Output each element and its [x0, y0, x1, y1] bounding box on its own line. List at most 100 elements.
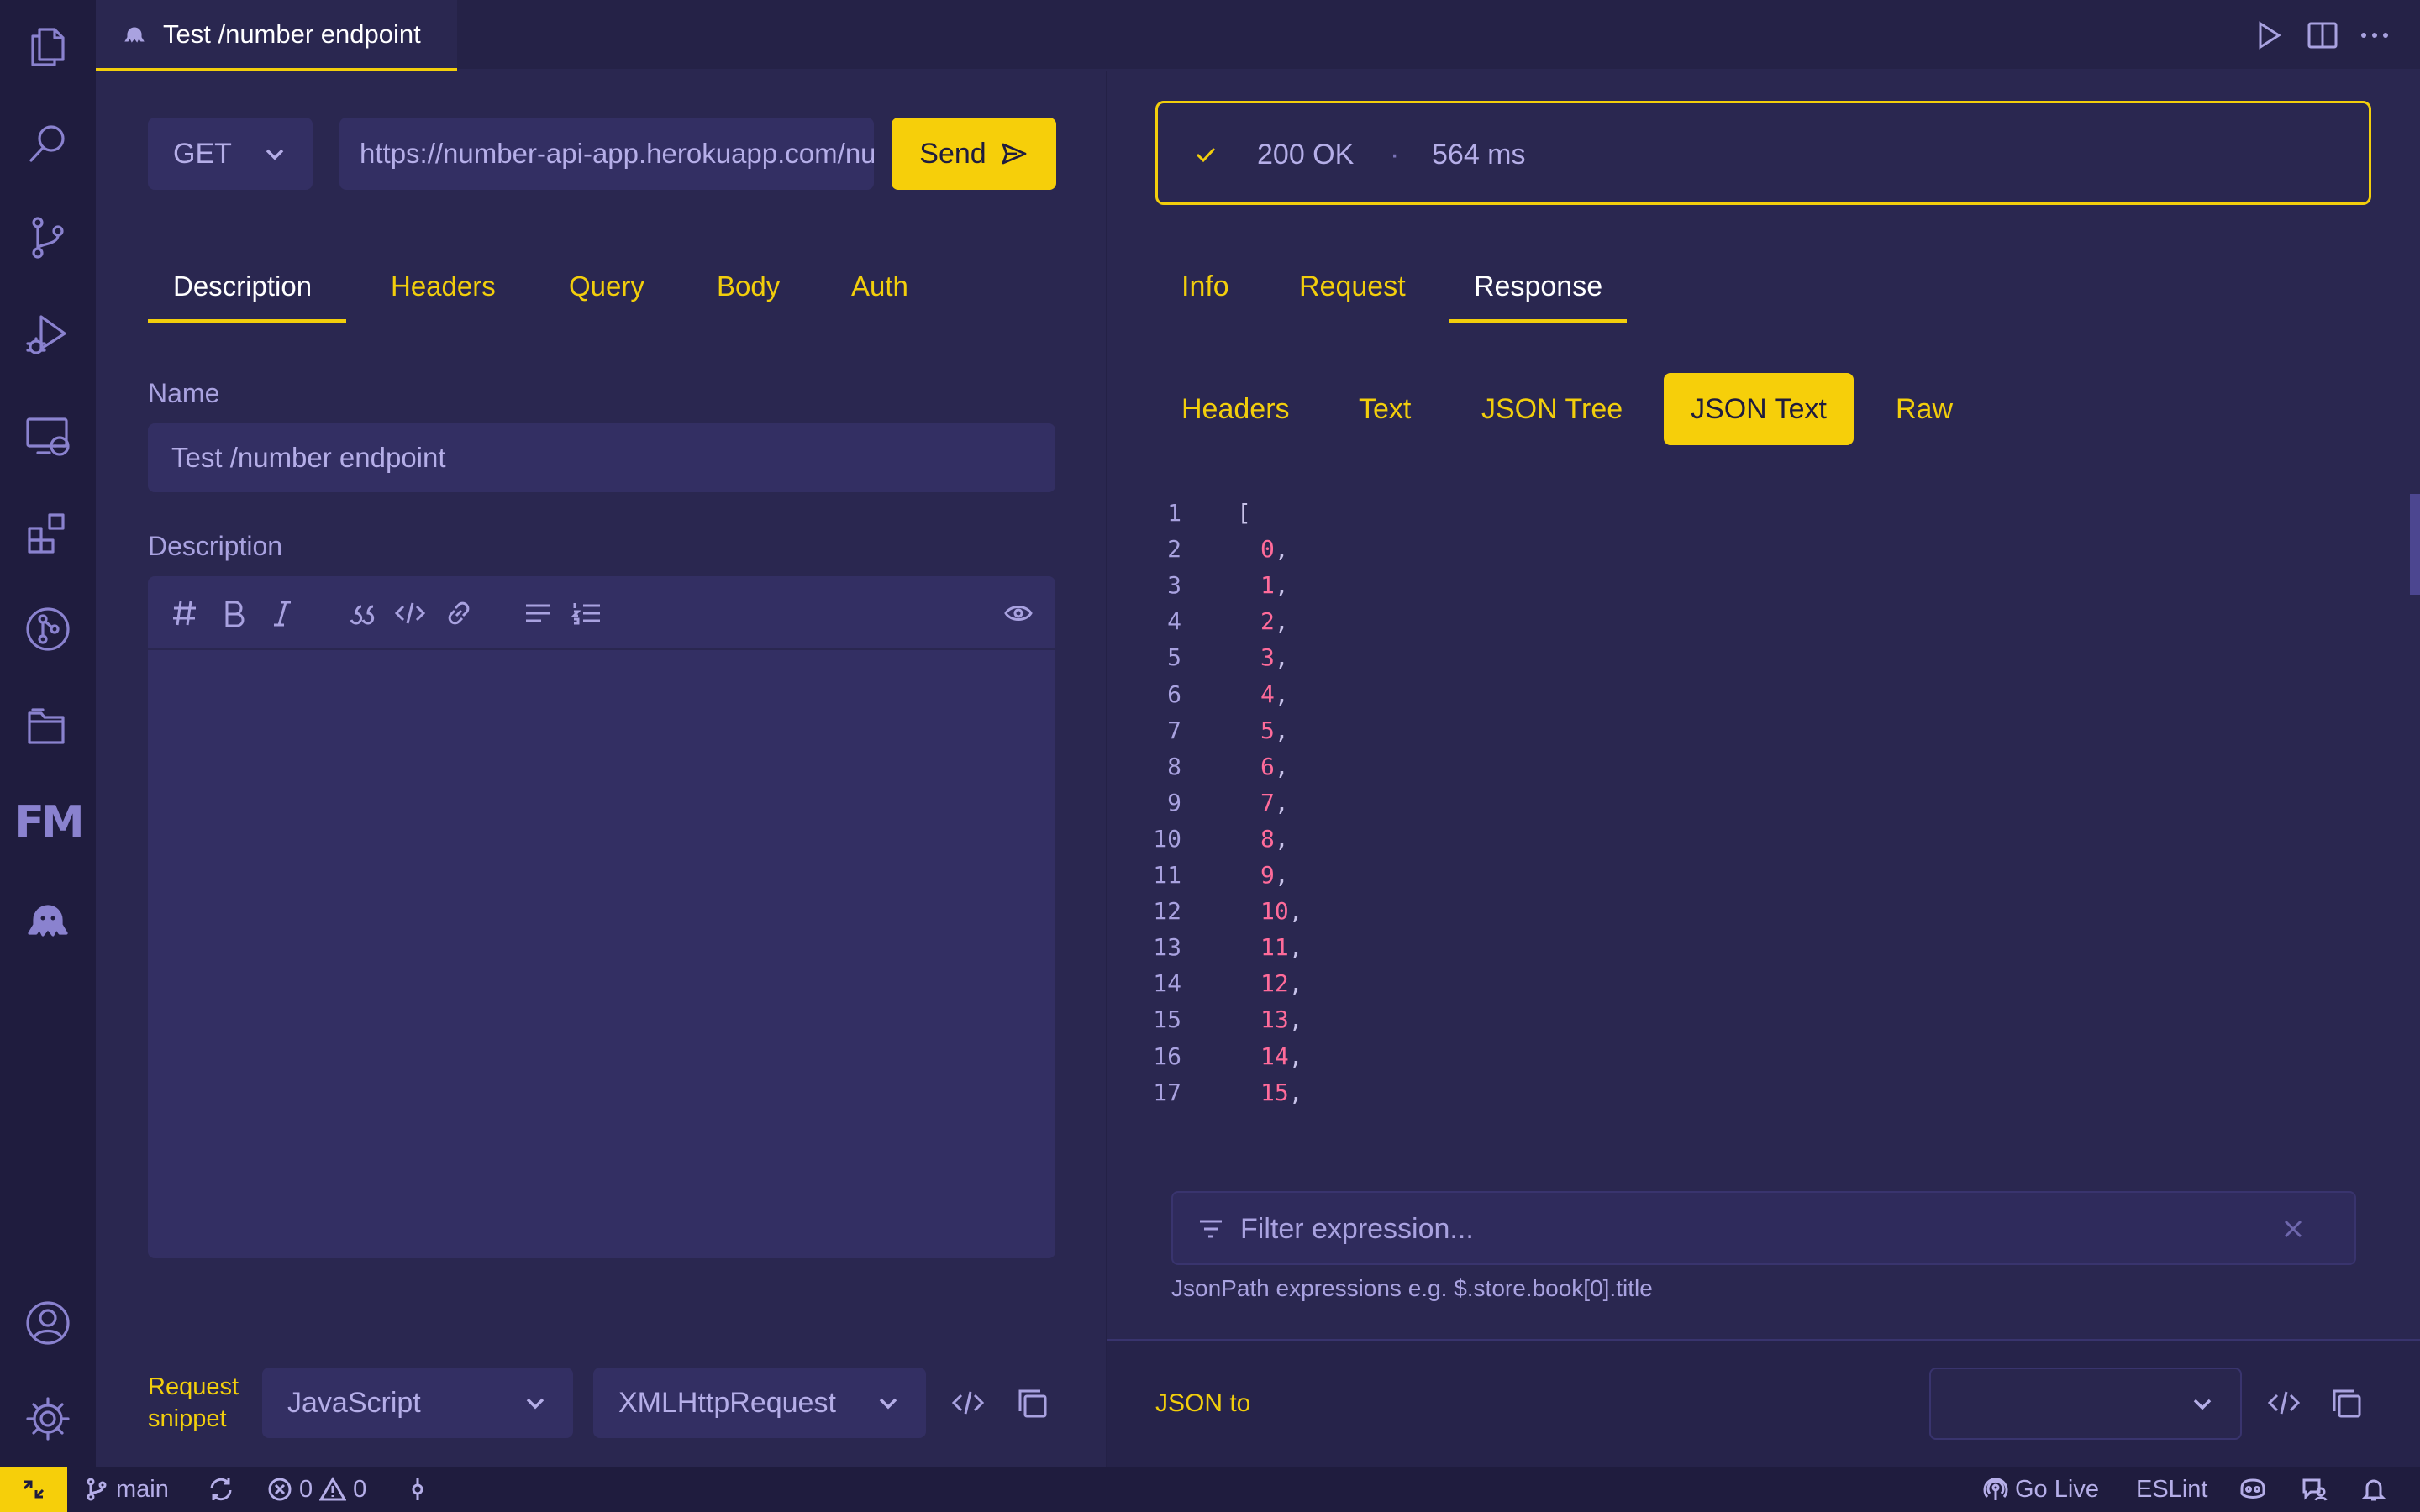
bold-icon[interactable]: [218, 598, 249, 628]
subtab-raw[interactable]: Raw: [1896, 393, 1953, 426]
thunder-client-icon[interactable]: [18, 890, 77, 949]
json-number-value: 7,: [1260, 789, 1289, 816]
copy-icon[interactable]: [1017, 1388, 1049, 1420]
front-matter-icon[interactable]: FM: [14, 793, 84, 852]
json-number-value: 3,: [1260, 643, 1289, 671]
json-comma: ,: [1274, 643, 1289, 671]
subtab-json-text[interactable]: JSON Text: [1664, 373, 1854, 445]
branch-name: main: [116, 1475, 169, 1503]
snippet-language-select[interactable]: JavaScript: [262, 1368, 573, 1438]
go-live-button[interactable]: Go Live: [1983, 1467, 2099, 1512]
branch-indicator[interactable]: main: [84, 1467, 169, 1512]
go-live-label: Go Live: [2015, 1475, 2099, 1503]
name-input[interactable]: Test /number endpoint: [148, 423, 1055, 492]
subtab-headers[interactable]: Headers: [1181, 393, 1290, 426]
clear-filter-icon[interactable]: [2281, 1216, 2306, 1242]
json-number-value: 12,: [1260, 969, 1303, 997]
json-number-value: 11,: [1260, 933, 1303, 961]
json-number: 8: [1260, 825, 1275, 853]
numbered-list-icon[interactable]: [571, 598, 602, 628]
line-number: 4: [1167, 607, 1181, 635]
tab-body[interactable]: Body: [717, 270, 780, 302]
error-icon: [268, 1478, 292, 1501]
tab-response[interactable]: Response: [1474, 270, 1602, 303]
explorer-icon[interactable]: [18, 17, 77, 76]
italic-icon[interactable]: [267, 598, 297, 628]
name-label: Name: [148, 378, 220, 408]
json-to-label: JSON to: [1155, 1389, 1251, 1417]
send-button[interactable]: Send: [892, 118, 1056, 190]
accounts-icon[interactable]: [18, 1294, 77, 1352]
json-number: 1: [1260, 571, 1275, 599]
tab-description[interactable]: Description: [173, 270, 312, 302]
tab-request[interactable]: Request: [1299, 270, 1406, 303]
name-value: Test /number endpoint: [171, 442, 446, 473]
extensions-icon[interactable]: [18, 504, 77, 563]
copy-icon[interactable]: [2331, 1388, 2363, 1420]
filter-icon: [1200, 1220, 1222, 1238]
subtab-json-tree[interactable]: JSON Tree: [1481, 393, 1623, 426]
run-debug-icon[interactable]: [18, 306, 77, 365]
broadcast-icon: [1983, 1478, 2008, 1500]
sync-icon[interactable]: [207, 1467, 235, 1512]
run-icon[interactable]: [2250, 17, 2287, 54]
code-icon[interactable]: [395, 598, 425, 628]
line-number: 2: [1167, 535, 1181, 563]
split-editor-icon[interactable]: [2304, 17, 2341, 54]
error-count: 0: [299, 1475, 313, 1503]
feedback-icon[interactable]: [2301, 1467, 2328, 1512]
eslint-indicator[interactable]: ESLint: [2136, 1467, 2207, 1512]
active-response-tab-indicator: [1449, 319, 1627, 323]
bullet-list-icon[interactable]: [523, 598, 553, 628]
quote-icon[interactable]: [346, 598, 376, 628]
json-number-value: 9,: [1260, 861, 1289, 889]
link-icon[interactable]: [444, 598, 474, 628]
url-input[interactable]: https://number-api-app.herokuapp.com/num…: [339, 118, 874, 190]
editor-tab[interactable]: Test /number endpoint: [96, 0, 457, 71]
line-number: 7: [1167, 717, 1181, 744]
search-icon[interactable]: [18, 114, 77, 173]
snippet-library-select[interactable]: XMLHttpRequest: [593, 1368, 926, 1438]
line-number: 8: [1167, 753, 1181, 780]
remote-explorer-icon[interactable]: [18, 407, 77, 465]
method-select[interactable]: GET: [148, 118, 313, 190]
source-control-icon[interactable]: [18, 208, 77, 267]
json-number-value: 8,: [1260, 825, 1289, 853]
tab-auth[interactable]: Auth: [851, 270, 908, 302]
view-code-icon[interactable]: [2267, 1388, 2301, 1418]
json-number-value: 10,: [1260, 897, 1303, 925]
line-number: 15: [1153, 1005, 1181, 1033]
warning-count: 0: [353, 1475, 367, 1503]
commit-icon[interactable]: [405, 1467, 430, 1512]
settings-gear-icon[interactable]: [18, 1389, 77, 1448]
description-editor[interactable]: [148, 576, 1055, 1258]
warning-icon: [319, 1477, 347, 1501]
view-code-icon[interactable]: [951, 1388, 985, 1418]
heading-icon[interactable]: [170, 598, 200, 628]
json-comma: ,: [1274, 789, 1289, 816]
tab-headers[interactable]: Headers: [391, 270, 496, 302]
project-manager-icon[interactable]: [18, 697, 77, 756]
json-number: 7: [1260, 789, 1275, 816]
json-number-value: 1,: [1260, 571, 1289, 599]
json-bracket: [: [1237, 499, 1251, 527]
front-matter-label: FM: [14, 797, 84, 848]
subtab-text[interactable]: Text: [1359, 393, 1411, 426]
scrollbar-thumb[interactable]: [2410, 494, 2420, 595]
snippet-library-value: XMLHttpRequest: [618, 1386, 836, 1419]
copilot-icon[interactable]: [2238, 1467, 2267, 1512]
description-label: Description: [148, 531, 283, 561]
json-number: 5: [1260, 717, 1275, 744]
line-number: 5: [1167, 643, 1181, 671]
more-actions-icon[interactable]: [2356, 17, 2393, 54]
problems-indicator[interactable]: 0 0: [267, 1467, 366, 1512]
tab-info[interactable]: Info: [1181, 270, 1229, 303]
git-graph-icon[interactable]: [18, 600, 77, 659]
line-number: 9: [1167, 789, 1181, 816]
remote-indicator-icon[interactable]: [0, 1467, 67, 1512]
notifications-bell-icon[interactable]: [2361, 1467, 2386, 1512]
preview-eye-icon[interactable]: [1003, 598, 1034, 628]
filter-expression-input[interactable]: Filter expression...: [1171, 1191, 2356, 1265]
json-to-select[interactable]: [1929, 1368, 2242, 1440]
tab-query[interactable]: Query: [569, 270, 644, 302]
